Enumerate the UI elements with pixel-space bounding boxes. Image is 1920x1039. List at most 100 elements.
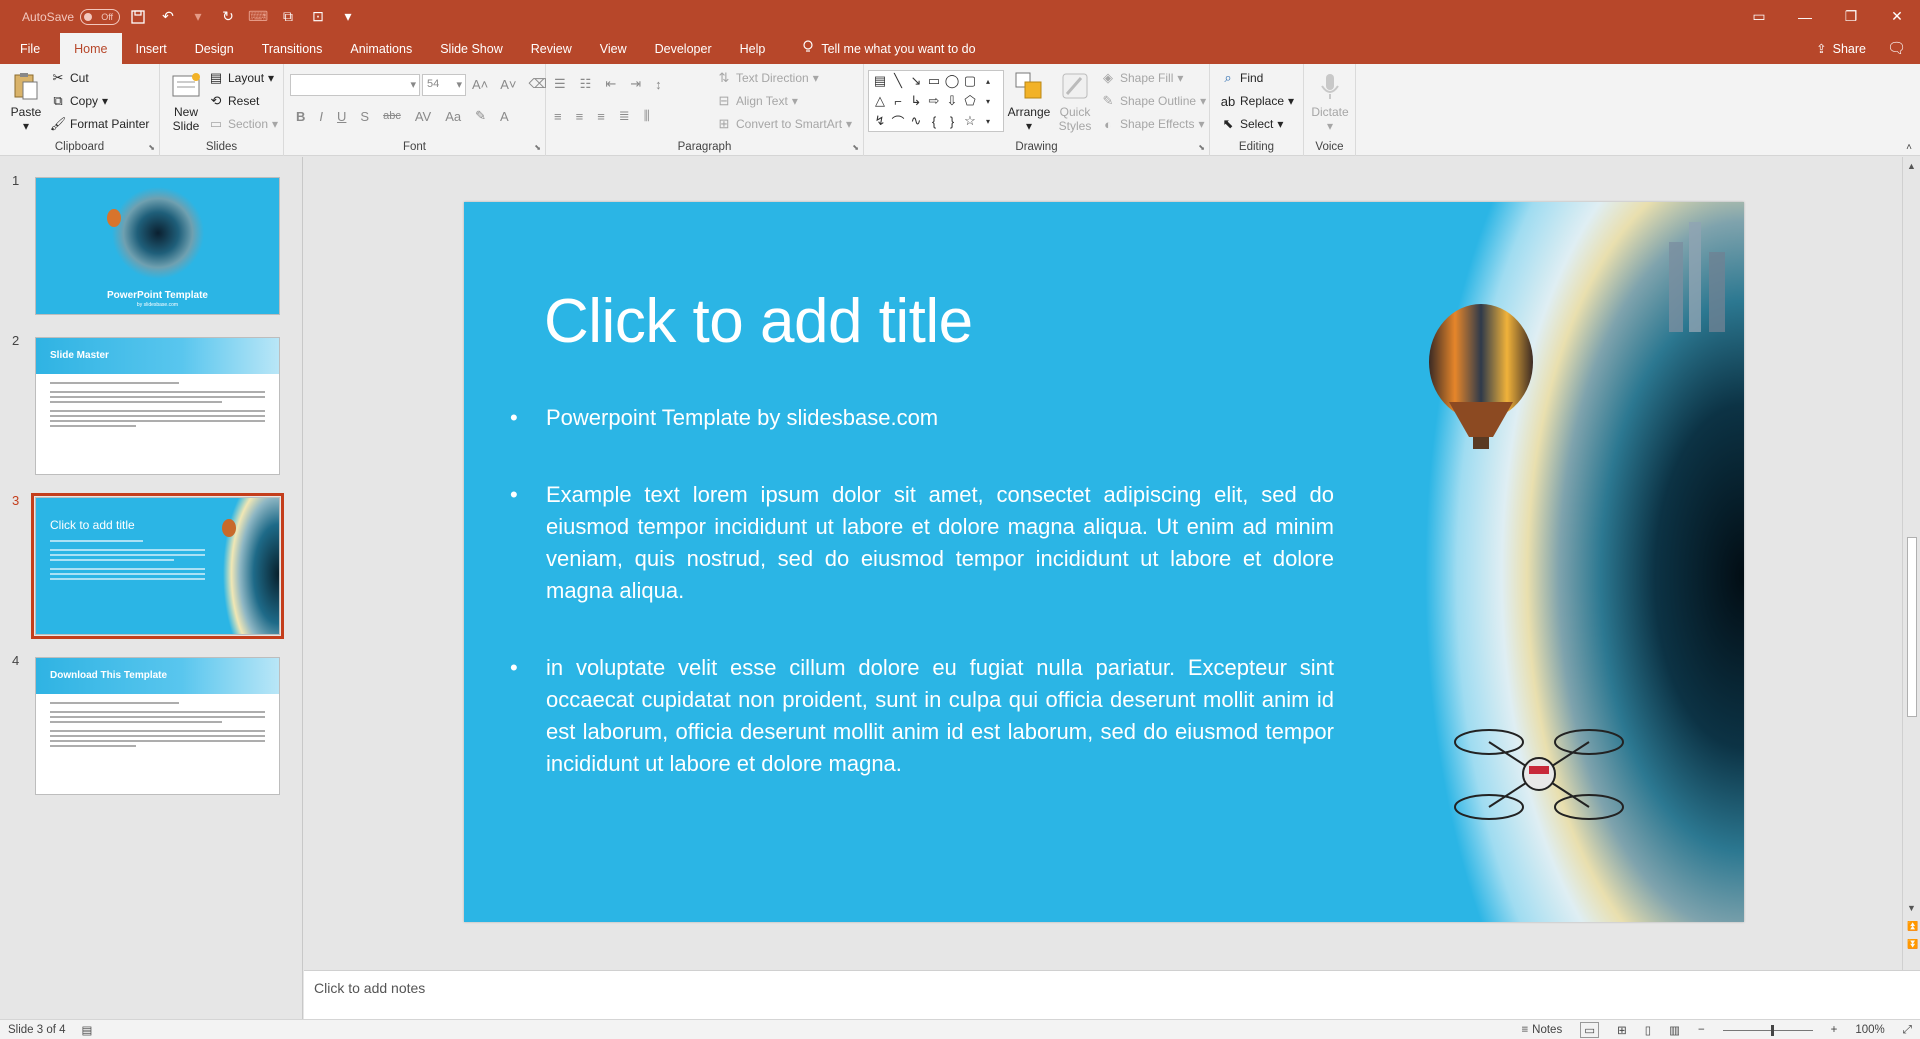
pentagon-shape-icon[interactable]: ⬠ [961, 91, 979, 111]
justify-icon[interactable]: ≣ [619, 108, 630, 124]
arc-shape-icon[interactable]: ⌒ [889, 111, 907, 131]
elbow-connector-shape-icon[interactable]: ⌐ [889, 91, 907, 111]
line-spacing-icon[interactable]: ↕ [655, 77, 662, 92]
font-size-box[interactable]: 54 ▾ [422, 74, 466, 96]
rounded-rect-shape-icon[interactable]: ▢ [961, 71, 979, 91]
slide-title-placeholder[interactable]: Click to add title [544, 286, 973, 357]
tab-slide-show[interactable]: Slide Show [426, 33, 517, 64]
notes-pane[interactable]: Click to add notes [304, 970, 1920, 1019]
tab-view[interactable]: View [586, 33, 641, 64]
italic-icon[interactable]: I [319, 109, 323, 124]
arrow-line-shape-icon[interactable]: ↘ [907, 71, 925, 91]
align-left-icon[interactable]: ≡ [554, 109, 562, 124]
clipboard-launcher-icon[interactable]: ⬊ [148, 143, 155, 152]
slide-thumbnail-3[interactable]: Click to add title [31, 493, 284, 639]
copy-dropdown-icon[interactable]: ▾ [102, 94, 108, 108]
down-arrow-shape-icon[interactable]: ⇩ [943, 91, 961, 111]
scroll-down-icon[interactable]: ▼ [1907, 903, 1916, 913]
text-direction-button[interactable]: ⇅ Text Direction ▾ [716, 70, 819, 86]
clear-formatting-icon[interactable]: ⌫ [529, 76, 547, 92]
align-text-button[interactable]: ⊟ Align Text ▾ [716, 93, 798, 109]
increase-indent-icon[interactable]: ⇥ [630, 76, 641, 92]
tab-animations[interactable]: Animations [336, 33, 426, 64]
bold-icon[interactable]: B [296, 109, 305, 124]
zoom-level[interactable]: 100% [1855, 1024, 1884, 1036]
close-icon[interactable]: ✕ [1874, 0, 1920, 33]
strikethrough-icon[interactable]: abc [383, 110, 401, 122]
notes-placeholder[interactable]: Click to add notes [314, 980, 425, 996]
right-brace-shape-icon[interactable]: } [943, 111, 961, 131]
highlight-icon[interactable]: ✎ [475, 108, 486, 124]
scrollbar-thumb[interactable] [1907, 537, 1917, 717]
layout-button[interactable]: ▤ Layout ▾ [208, 70, 274, 86]
line-shape-icon[interactable]: ╲ [889, 71, 907, 91]
align-right-icon[interactable]: ≡ [597, 109, 605, 124]
drawing-launcher-icon[interactable]: ⬊ [1198, 143, 1205, 152]
reset-button[interactable]: ⟲ Reset [208, 93, 260, 109]
vertical-scrollbar[interactable]: ▲ ▼ ⏫ ⏬ [1902, 157, 1920, 970]
spell-check-icon[interactable]: ▤ [82, 1023, 93, 1037]
current-slide[interactable]: Click to add title Powerpoint Template b… [464, 202, 1744, 922]
reading-view-icon[interactable]: ▯ [1645, 1023, 1651, 1037]
select-button[interactable]: ⬉ Select ▾ [1220, 116, 1284, 132]
text-box-shape-icon[interactable]: ▤ [871, 71, 889, 91]
underline-icon[interactable]: U [337, 109, 346, 124]
shape-fill-button[interactable]: ◈ Shape Fill ▾ [1100, 70, 1183, 86]
convert-smartart-button[interactable]: ⊞ Convert to SmartArt ▾ [716, 116, 853, 132]
tab-review[interactable]: Review [517, 33, 586, 64]
comments-icon[interactable]: 🗨 [1887, 39, 1906, 57]
character-spacing-icon[interactable]: AV [415, 109, 431, 124]
tab-insert[interactable]: Insert [122, 33, 181, 64]
ribbon-display-options-icon[interactable]: ▭ [1736, 0, 1782, 33]
slide-body-placeholder[interactable]: Powerpoint Template by slidesbase.com Ex… [510, 402, 1334, 825]
paste-dropdown-icon[interactable]: ▾ [23, 119, 29, 133]
zoom-in-icon[interactable]: + [1831, 1024, 1838, 1036]
shape-effects-button[interactable]: ◐ Shape Effects ▾ [1100, 116, 1204, 132]
undo-icon[interactable]: ↶ [156, 5, 180, 29]
arrange-button[interactable]: Arrange ▾ [1006, 70, 1052, 133]
autosave-toggle[interactable]: AutoSave Off [22, 8, 121, 25]
normal-view-icon[interactable]: ▭ [1580, 1022, 1600, 1038]
numbering-icon[interactable]: ☷ [580, 76, 592, 92]
repeat-icon[interactable]: ↻ [216, 5, 240, 29]
copy-button[interactable]: ⧉ Copy ▾ [50, 93, 108, 109]
find-button[interactable]: ⌕ Find [1220, 70, 1263, 86]
decrease-indent-icon[interactable]: ⇤ [605, 76, 616, 92]
tell-me-search[interactable]: Tell me what you want to do [779, 33, 976, 64]
next-slide-icon[interactable]: ⏬ [1907, 939, 1918, 950]
shadow-icon[interactable]: S [360, 109, 369, 124]
font-color-icon[interactable]: A [500, 109, 509, 124]
save-icon[interactable] [126, 5, 150, 29]
section-button[interactable]: ▭ Section ▾ [208, 116, 278, 132]
font-name-box[interactable]: ▾ [290, 74, 420, 96]
paragraph-launcher-icon[interactable]: ⬊ [852, 143, 859, 152]
new-slide-button[interactable]: New Slide [166, 70, 206, 133]
slide-thumbnail-2[interactable]: Slide Master [35, 337, 280, 475]
slide-thumbnail-1[interactable]: PowerPoint Template by slidesbase.com [35, 177, 280, 315]
oval-shape-icon[interactable]: ◯ [943, 71, 961, 91]
tab-home[interactable]: Home [60, 33, 122, 64]
shape-outline-button[interactable]: ✎ Shape Outline ▾ [1100, 93, 1207, 109]
tab-help[interactable]: Help [726, 33, 780, 64]
curved-arrow-shape-icon[interactable]: ↯ [871, 111, 889, 131]
share-button[interactable]: ⇪ Share [1816, 33, 1866, 64]
collapse-ribbon-icon[interactable]: ˄ [1906, 142, 1912, 153]
left-brace-shape-icon[interactable]: { [925, 111, 943, 131]
gallery-scroll-down-icon[interactable]: ▾ [979, 91, 997, 111]
cut-button[interactable]: ✂ Cut [50, 70, 89, 86]
quick-styles-button[interactable]: Quick Styles [1052, 70, 1098, 133]
right-arrow-shape-icon[interactable]: ⇨ [925, 91, 943, 111]
fit-to-window-icon[interactable]: ⤢ [1903, 1024, 1912, 1037]
format-painter-button[interactable]: 🖌 Format Painter [50, 116, 150, 132]
slide-thumbnail-4[interactable]: Download This Template [35, 657, 280, 795]
curve-shape-icon[interactable]: ∿ [907, 111, 925, 131]
gallery-scroll-up-icon[interactable]: ▴ [979, 71, 997, 91]
decrease-font-icon[interactable]: A˅ [500, 77, 516, 92]
previous-slide-icon[interactable]: ⏫ [1907, 921, 1918, 932]
font-launcher-icon[interactable]: ⬊ [534, 143, 541, 152]
dictate-button[interactable]: Dictate ▾ [1308, 70, 1352, 133]
increase-font-icon[interactable]: A˄ [472, 77, 488, 92]
replace-button[interactable]: ab Replace ▾ [1220, 93, 1294, 109]
triangle-shape-icon[interactable]: △ [871, 91, 889, 111]
columns-icon[interactable]: ⫼ [644, 108, 650, 124]
